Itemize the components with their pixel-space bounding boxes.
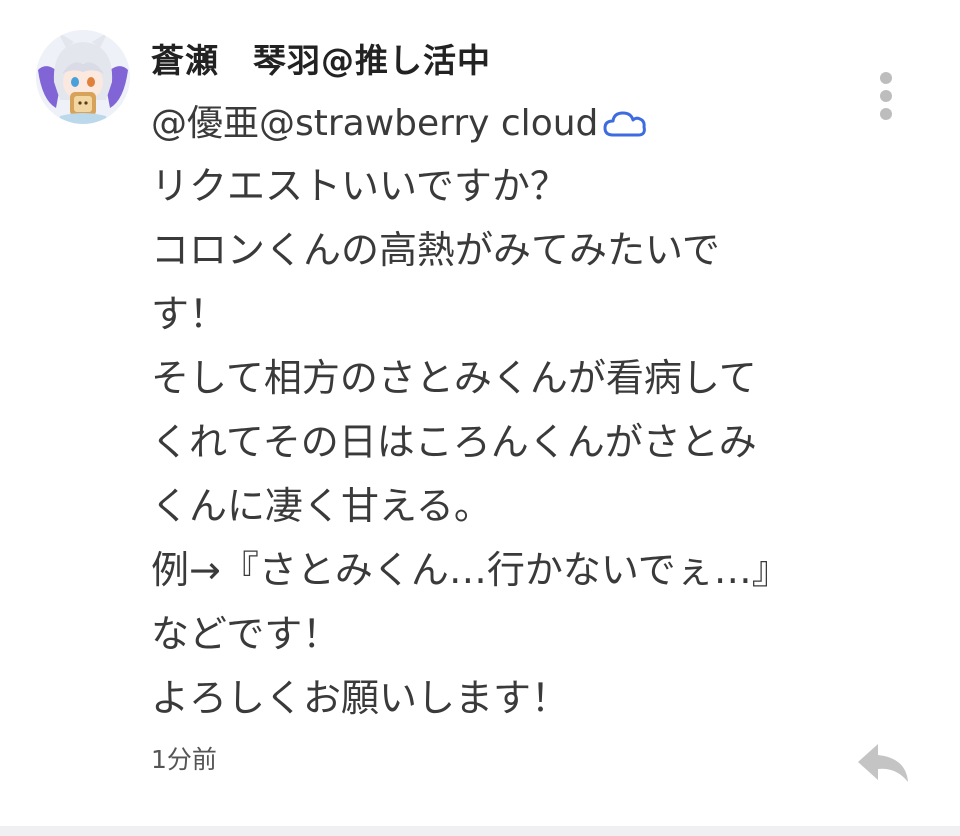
more-vertical-icon-dot (880, 108, 892, 120)
comment-line: よろしくお願いします！ (151, 676, 570, 720)
reply-arrow-icon (858, 744, 908, 782)
more-options-button[interactable] (866, 68, 906, 124)
more-vertical-icon-dot (880, 90, 892, 102)
comment-card: 蒼瀬 琴羽@推し活中 @優亜@strawberry cloud リクエストいいで… (0, 0, 960, 826)
user-avatar[interactable] (36, 30, 130, 124)
comment-line: コロンくんの高熱がみてみたいで (151, 228, 720, 272)
comment-line: 例→『さとみくん…行かないでぇ…』 (151, 548, 790, 592)
comment-line: くれてその日はころんくんがさとみ (151, 420, 757, 464)
username[interactable]: 蒼瀬 琴羽@推し活中 (151, 34, 491, 82)
mention-link[interactable]: @優亜@strawberry cloud (151, 92, 648, 156)
divider (0, 826, 960, 836)
mention-line: @優亜@strawberry cloud (151, 90, 831, 154)
comment-timestamp: 1分前 (151, 745, 217, 774)
comment-line: くんに凄く甘える。 (151, 484, 492, 528)
comment-line: そして相方のさとみくんが看病して (151, 356, 757, 400)
comment-line: などです！ (151, 612, 341, 656)
cloud-icon (603, 111, 647, 137)
reply-button[interactable] (856, 738, 912, 788)
more-vertical-icon (880, 72, 892, 84)
avatar-icon (36, 30, 130, 124)
comment-line: す！ (151, 292, 228, 336)
comment-line: リクエストいいですか？ (151, 164, 568, 208)
comment-body: @優亜@strawberry cloud リクエストいいですか？ コロンくんの高… (151, 90, 831, 730)
mention-text: @優亜@strawberry cloud (151, 103, 599, 144)
